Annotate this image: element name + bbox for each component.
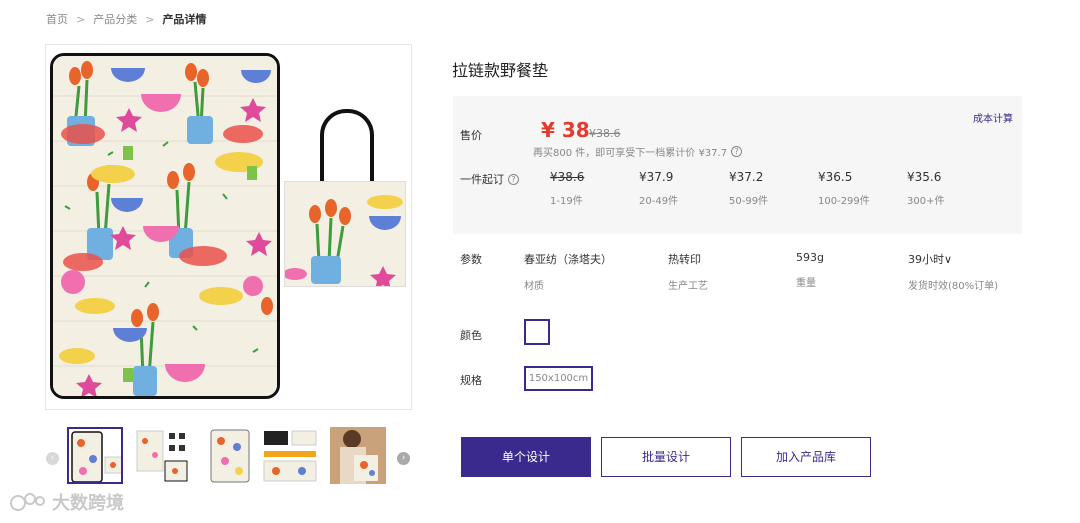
param-material: 春亚纺（涤塔夫） 材质	[524, 251, 612, 292]
color-label: 颜色	[460, 329, 482, 342]
product-detail-page: 首页 > 产品分类 > 产品详情 ‹ › 拉链款野餐垫 成本计算 售价 ¥ 38…	[0, 0, 1080, 523]
breadcrumb-category[interactable]: 产品分类	[93, 11, 137, 27]
price-tier-3: ¥37.2 50-99件	[729, 170, 819, 207]
tier-quantity: 20-49件	[639, 196, 679, 207]
original-price-value: 38.6	[596, 127, 621, 140]
price-panel: 成本计算 售价 ¥ 38 ¥38.6 再买800 件，即可享受下一档累计价 ¥3…	[453, 96, 1022, 234]
tier-price: ¥38.6	[550, 170, 585, 184]
param-key: 材质	[524, 281, 544, 292]
param-value: 热转印	[668, 253, 701, 266]
thumbnail-2-image	[135, 427, 191, 484]
breadcrumb-separator: >	[145, 12, 155, 26]
param-weight: 593g 重量	[796, 251, 824, 289]
price-tier-4: ¥36.5 100-299件	[818, 170, 908, 207]
param-key: 发货时效(80%订单)	[908, 281, 999, 292]
tier-price: ¥37.2	[729, 170, 764, 184]
current-price-value: 38	[561, 118, 590, 142]
help-icon[interactable]: ?	[731, 146, 743, 157]
param-value: 593g	[796, 251, 824, 264]
chevron-left-icon[interactable]: ‹	[46, 452, 59, 465]
tier-quantity: 300+件	[907, 196, 945, 207]
tier-quantity: 50-99件	[729, 196, 769, 207]
tote-bag-image	[284, 181, 406, 287]
param-key: 生产工艺	[668, 281, 708, 292]
watermark-text: 大数跨境	[52, 493, 124, 514]
tote-pattern-artwork	[285, 182, 405, 286]
param-shipping-time[interactable]: 39小时∨ 发货时效(80%订单)	[908, 251, 998, 292]
tier-price: ¥36.5	[818, 170, 853, 184]
price-tier-2: ¥37.9 20-49件	[639, 170, 729, 207]
currency-symbol: ¥	[541, 118, 555, 142]
tier-quantity: 100-299件	[818, 196, 870, 207]
price-tier-5: ¥35.6 300+件	[907, 170, 997, 207]
thumbnail-3[interactable]	[203, 427, 259, 484]
watermark: 大数跨境	[8, 489, 124, 515]
help-icon[interactable]: ?	[508, 173, 519, 185]
param-value[interactable]: 39小时∨	[908, 251, 998, 267]
current-price: ¥ 38	[541, 118, 590, 142]
batch-design-button[interactable]: 批量设计	[601, 437, 731, 477]
tier-price: ¥37.9	[639, 170, 674, 184]
tier-price: ¥35.6	[907, 170, 942, 184]
thumbnail-2[interactable]	[135, 427, 191, 484]
thumbnail-3-image	[203, 427, 259, 484]
moq-label-text: 一件起订	[460, 173, 504, 186]
thumbnail-strip: ‹ ›	[46, 425, 410, 487]
add-to-library-button[interactable]: 加入产品库	[741, 437, 871, 477]
thumbnail-4-image	[262, 427, 318, 484]
breadcrumb-separator: >	[76, 12, 86, 26]
watermark-logo-icon	[10, 493, 45, 511]
param-process: 热转印 生产工艺	[668, 251, 708, 292]
param-key: 重量	[796, 278, 816, 289]
price-label: 售价	[460, 129, 482, 142]
color-swatch-white[interactable]	[524, 319, 550, 345]
picnic-mat-image	[50, 53, 280, 399]
tier-quantity: 1-19件	[550, 196, 583, 207]
next-tier-note: 再买800 件，即可享受下一档累计价 ¥37.7	[533, 148, 728, 159]
price-tier-1: ¥38.6 1-19件	[550, 170, 640, 207]
product-title: 拉链款野餐垫	[452, 61, 549, 80]
breadcrumb-current: 产品详情	[162, 13, 207, 26]
cost-calculation-link[interactable]: 成本计算	[973, 110, 1013, 125]
param-value: 春亚纺（涤塔夫）	[524, 253, 612, 266]
main-product-image[interactable]	[45, 44, 412, 410]
params-label: 参数	[460, 253, 482, 266]
moq-label: 一件起订 ?	[460, 171, 519, 187]
breadcrumb: 首页 > 产品分类 > 产品详情	[46, 11, 206, 27]
price-note: 再买800 件，即可享受下一档累计价 ¥37.7 ?	[533, 144, 743, 159]
breadcrumb-home[interactable]: 首页	[46, 11, 68, 27]
single-design-button[interactable]: 单个设计	[461, 437, 591, 477]
chevron-right-icon[interactable]: ›	[397, 452, 410, 465]
pattern-artwork	[53, 56, 277, 396]
thumbnail-5[interactable]	[330, 427, 386, 484]
thumbnail-5-image	[330, 427, 386, 484]
thumbnail-1[interactable]	[67, 427, 123, 484]
thumbnail-1-image	[69, 429, 121, 482]
original-price: ¥38.6	[589, 127, 621, 140]
spec-option[interactable]: 150x100cm	[524, 366, 593, 391]
original-currency: ¥	[589, 127, 596, 140]
thumbnail-4[interactable]	[262, 427, 318, 484]
spec-label: 规格	[460, 374, 482, 387]
